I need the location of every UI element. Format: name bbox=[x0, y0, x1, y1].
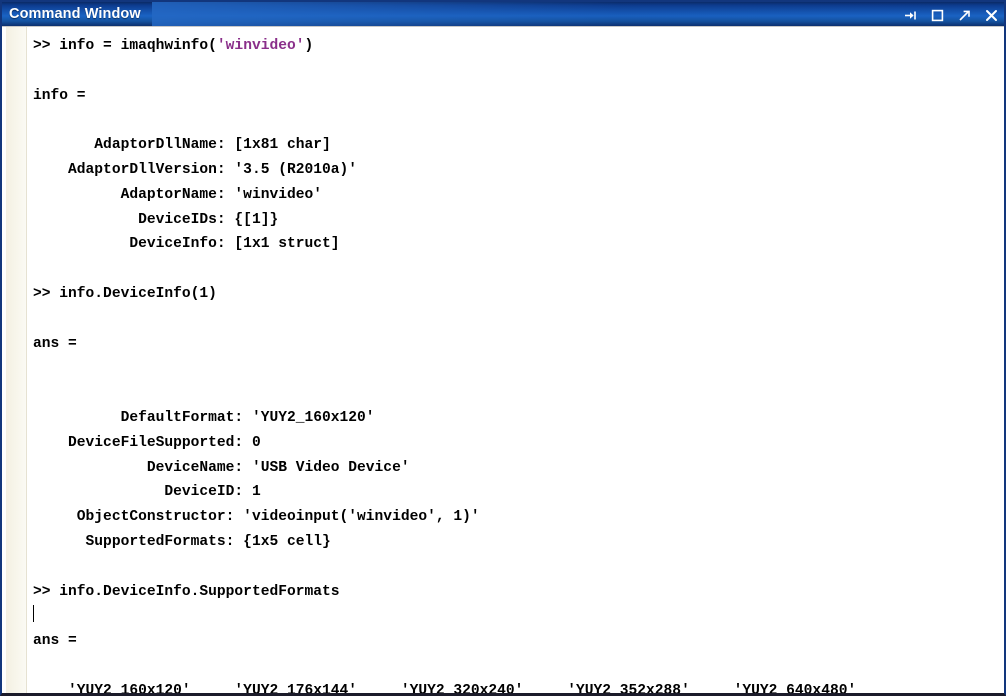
line-text: >> info.DeviceInfo.SupportedFormats bbox=[33, 583, 340, 600]
line-text: >> info.DeviceInfo(1) bbox=[33, 285, 217, 302]
field-adaptordllname: AdaptorDllName: [1x81 char] bbox=[2, 133, 1004, 158]
blank-2 bbox=[2, 108, 1004, 133]
string-literal: 'winvideo' bbox=[216, 38, 305, 54]
field-objectconstructor: ObjectConstructor: 'videoinput('winvideo… bbox=[2, 505, 1004, 530]
line-text: 'YUY2_160x120' 'YUY2_176x144' 'YUY2_320x… bbox=[33, 682, 857, 696]
cmd-2-prompt: >> info.DeviceInfo(1) bbox=[2, 282, 1004, 307]
field-devicename: DeviceName: 'USB Video Device' bbox=[2, 456, 1004, 481]
line-text: >> info = imaqhwinfo( bbox=[33, 38, 217, 54]
field-devicefilesupported: DeviceFileSupported: 0 bbox=[2, 431, 1004, 456]
blank-3 bbox=[2, 257, 1004, 282]
blank-1 bbox=[2, 59, 1004, 84]
line-text-tail: ) bbox=[304, 38, 314, 54]
field-deviceinfo: DeviceInfo: [1x1 struct] bbox=[2, 232, 1004, 257]
field-deviceids: DeviceIDs: {[1]} bbox=[2, 208, 1004, 233]
line-text: AdaptorDllVersion: '3.5 (R2010a)' bbox=[33, 161, 358, 178]
blank-7 bbox=[2, 555, 1004, 580]
line-text: SupportedFormats: {1x5 cell} bbox=[33, 533, 331, 550]
line-text: DeviceInfo: [1x1 struct] bbox=[33, 236, 340, 253]
text-cursor bbox=[33, 605, 34, 623]
field-deviceid: DeviceID: 1 bbox=[2, 480, 1004, 505]
blank-5 bbox=[2, 356, 1004, 381]
close-icon[interactable] bbox=[984, 8, 998, 22]
command-window: Command Window >> info = imaqhwinfo('win… bbox=[0, 0, 1006, 696]
line-text: info = bbox=[33, 87, 86, 104]
line-text: DefaultFormat: 'YUY2_160x120' bbox=[33, 409, 375, 426]
window-title: Command Window bbox=[9, 6, 141, 22]
line-text: DeviceFileSupported: 0 bbox=[33, 434, 261, 451]
undock-icon[interactable] bbox=[957, 8, 971, 22]
line-text: AdaptorName: 'winvideo' bbox=[33, 186, 323, 203]
blank-6 bbox=[2, 381, 1004, 406]
line-text: ans = bbox=[33, 335, 77, 352]
command-window-client[interactable]: >> info = imaqhwinfo('winvideo') info = … bbox=[0, 26, 1006, 696]
blank-4 bbox=[2, 307, 1004, 332]
out-2-ans: ans = bbox=[2, 332, 1004, 357]
caret-line bbox=[2, 604, 1004, 629]
cmd-1-prompt: >> info = imaqhwinfo('winvideo') bbox=[2, 34, 1004, 59]
line-text: DeviceName: 'USB Video Device' bbox=[33, 459, 410, 476]
field-defaultformat: DefaultFormat: 'YUY2_160x120' bbox=[2, 406, 1004, 431]
field-adaptordllversion: AdaptorDllVersion: '3.5 (R2010a)' bbox=[2, 158, 1004, 183]
out-3-ans: ans = bbox=[2, 629, 1004, 654]
maximize-icon[interactable] bbox=[930, 8, 944, 22]
field-supportedformats: SupportedFormats: {1x5 cell} bbox=[2, 530, 1004, 555]
dock-icon[interactable] bbox=[903, 8, 917, 22]
line-text: ans = bbox=[33, 633, 77, 650]
line-text: ObjectConstructor: 'videoinput('winvideo… bbox=[33, 509, 480, 526]
line-text: DeviceID: 1 bbox=[33, 484, 261, 501]
field-adaptorname: AdaptorName: 'winvideo' bbox=[2, 183, 1004, 208]
line-text: DeviceIDs: {[1]} bbox=[33, 211, 279, 228]
line-text: AdaptorDllName: [1x81 char] bbox=[33, 137, 331, 154]
console-output[interactable]: >> info = imaqhwinfo('winvideo') info = … bbox=[2, 26, 1004, 696]
blank-8 bbox=[2, 654, 1004, 679]
cmd-3-prompt: >> info.DeviceInfo.SupportedFormats bbox=[2, 580, 1004, 605]
formats-row: 'YUY2_160x120' 'YUY2_176x144' 'YUY2_320x… bbox=[2, 679, 1004, 696]
out-1-ans: info = bbox=[2, 84, 1004, 109]
window-controls bbox=[903, 2, 998, 28]
window-titlebar: Command Window bbox=[0, 0, 1006, 26]
